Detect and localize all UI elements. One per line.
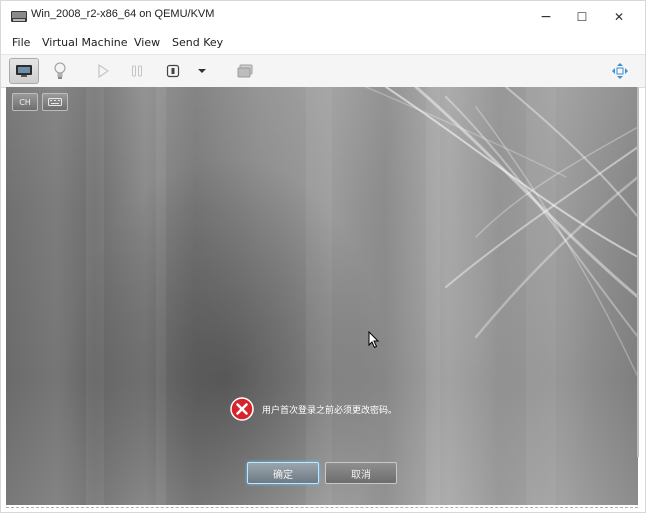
menu-view[interactable]: View [134, 36, 160, 49]
minimize-icon: − [540, 9, 552, 25]
language-button[interactable]: CH [12, 93, 38, 111]
fullscreen-button[interactable] [608, 58, 632, 84]
shutdown-menu-button[interactable] [194, 58, 210, 84]
ok-button-label: 确定 [273, 469, 293, 481]
lightbulb-icon [54, 62, 66, 79]
menu-file[interactable]: File [12, 36, 30, 49]
ok-button[interactable]: 确定 [247, 462, 319, 484]
virt-manager-app-icon [11, 11, 27, 22]
menu-virtual-machine[interactable]: Virtual Machine [42, 36, 128, 49]
menu-send-key[interactable]: Send Key [172, 36, 223, 49]
guest-display[interactable]: CH 用户首次登录之前必须更改密码。 确定 取消 [6, 87, 638, 505]
error-message: 用户首次登录之前必须更改密码。 [230, 397, 397, 421]
close-icon: ✕ [613, 10, 625, 24]
console-icon [16, 65, 32, 77]
console-button[interactable] [9, 58, 39, 84]
close-button[interactable]: ✕ [601, 1, 637, 33]
window-title: Win_2008_r2-x86_64 on QEMU/KVM [31, 8, 215, 20]
menu-bar: File Virtual Machine View Send Key [1, 33, 645, 53]
keyboard-icon [48, 98, 62, 106]
maximize-button[interactable]: ☐ [564, 1, 600, 33]
vertical-scrollbar[interactable] [637, 87, 639, 457]
maximize-icon: ☐ [576, 10, 588, 24]
error-icon [230, 397, 254, 421]
language-label: CH [19, 97, 31, 107]
pause-button[interactable] [127, 58, 147, 84]
details-button[interactable] [49, 58, 71, 84]
minimize-button[interactable]: − [528, 1, 564, 33]
fullscreen-icon [612, 63, 628, 79]
toolbar [1, 54, 645, 88]
vm-viewer-window: Win_2008_r2-x86_64 on QEMU/KVM − ☐ ✕ Fil… [0, 0, 646, 513]
power-icon [166, 64, 180, 78]
title-bar[interactable]: Win_2008_r2-x86_64 on QEMU/KVM − ☐ ✕ [1, 1, 645, 33]
play-icon [98, 64, 109, 78]
mouse-cursor-icon [368, 331, 380, 349]
dropdown-arrow-icon [198, 69, 206, 73]
cancel-button-label: 取消 [351, 469, 371, 481]
keyboard-button[interactable] [42, 93, 68, 111]
run-button[interactable] [93, 58, 113, 84]
cancel-button[interactable]: 取消 [325, 462, 397, 484]
pause-icon [132, 65, 142, 77]
shutdown-button[interactable] [163, 58, 183, 84]
screenshot-icon [237, 64, 253, 78]
error-message-text: 用户首次登录之前必须更改密码。 [262, 405, 398, 416]
display-bottom-edge [6, 505, 638, 508]
screenshot-button[interactable] [234, 58, 256, 84]
wallpaper-swirl [86, 87, 638, 505]
